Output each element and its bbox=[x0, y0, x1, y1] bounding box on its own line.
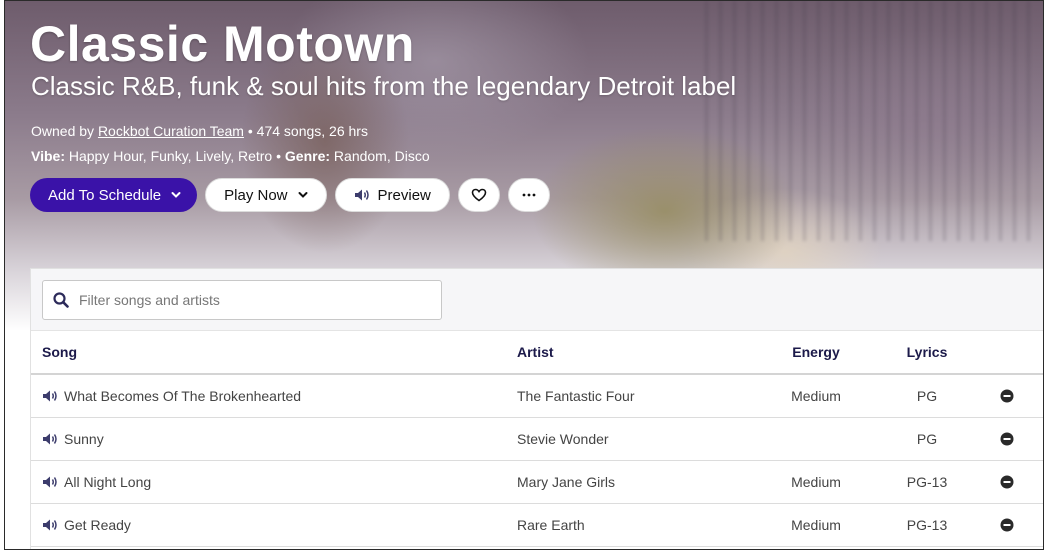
song-cell: What Becomes Of The Brokenhearted bbox=[42, 375, 301, 417]
preview-label: Preview bbox=[377, 186, 431, 204]
column-header-lyrics[interactable]: Lyrics bbox=[891, 331, 963, 373]
owned-by-label: Owned by bbox=[31, 123, 98, 139]
action-bar: Add To Schedule Play Now Preview bbox=[30, 178, 550, 212]
lyrics-cell: PG bbox=[916, 431, 938, 447]
filter-box[interactable] bbox=[42, 280, 442, 320]
ellipsis-icon bbox=[522, 193, 536, 197]
song-title: All Night Long bbox=[64, 474, 152, 490]
owner-link[interactable]: Rockbot Curation Team bbox=[98, 123, 244, 139]
energy-cell: Medium bbox=[791, 517, 841, 533]
table-row[interactable]: Sunny Stevie Wonder PG bbox=[31, 418, 1043, 461]
playlist-stats: • 474 songs, 26 hrs bbox=[243, 123, 368, 139]
chevron-down-icon bbox=[171, 190, 181, 200]
playlist-title: Classic Motown bbox=[30, 16, 415, 72]
minus-circle-icon bbox=[1000, 475, 1014, 489]
vibe-values: Happy Hour, Funky, Lively, Retro • bbox=[64, 148, 285, 164]
column-header-energy[interactable]: Energy bbox=[771, 331, 861, 373]
energy-cell: Medium bbox=[791, 388, 841, 404]
speaker-icon bbox=[354, 188, 371, 202]
preview-button[interactable]: Preview bbox=[334, 178, 450, 212]
song-title: Get Ready bbox=[64, 517, 131, 533]
energy-cell bbox=[771, 418, 861, 460]
remove-song-button[interactable] bbox=[997, 461, 1017, 503]
speaker-icon[interactable] bbox=[42, 518, 59, 532]
speaker-icon[interactable] bbox=[42, 389, 59, 403]
artist-cell: Mary Jane Girls bbox=[517, 474, 616, 490]
minus-circle-icon bbox=[1000, 389, 1014, 403]
play-now-button[interactable]: Play Now bbox=[205, 178, 327, 212]
more-options-button[interactable] bbox=[507, 178, 550, 212]
minus-circle-icon bbox=[1000, 432, 1014, 446]
table-row[interactable]: Get Ready Rare Earth Medium PG-13 bbox=[31, 504, 1043, 547]
artist-cell: Stevie Wonder bbox=[517, 431, 609, 447]
search-icon bbox=[53, 292, 69, 308]
artist-cell: Rare Earth bbox=[517, 517, 585, 533]
column-header-artist[interactable]: Artist bbox=[517, 331, 554, 373]
song-cell: All Night Long bbox=[42, 461, 151, 503]
speaker-icon[interactable] bbox=[42, 475, 59, 489]
artist-cell: The Fantastic Four bbox=[517, 388, 635, 404]
lyrics-cell: PG bbox=[916, 388, 938, 404]
song-cell: Sunny bbox=[42, 418, 104, 460]
table-row[interactable]: What Becomes Of The Brokenhearted The Fa… bbox=[31, 375, 1043, 418]
remove-song-button[interactable] bbox=[997, 375, 1017, 417]
tags-line: Vibe: Happy Hour, Funky, Lively, Retro •… bbox=[31, 144, 430, 169]
lyrics-cell: PG-13 bbox=[906, 517, 948, 533]
owner-line: Owned by Rockbot Curation Team • 474 son… bbox=[31, 119, 430, 144]
speaker-icon[interactable] bbox=[42, 432, 59, 446]
remove-song-button[interactable] bbox=[997, 504, 1017, 546]
song-title: Sunny bbox=[64, 431, 104, 447]
table-header: Song Artist Energy Lyrics bbox=[31, 331, 1043, 375]
column-header-song[interactable]: Song bbox=[42, 331, 77, 373]
favorite-button[interactable] bbox=[457, 178, 500, 212]
playlist-meta: Owned by Rockbot Curation Team • 474 son… bbox=[31, 119, 430, 169]
play-now-label: Play Now bbox=[224, 186, 288, 204]
songs-panel: Song Artist Energy Lyrics What Becomes O… bbox=[30, 268, 1043, 549]
energy-cell: Medium bbox=[791, 474, 841, 490]
filter-bar bbox=[31, 269, 1043, 331]
add-to-schedule-label: Add To Schedule bbox=[48, 186, 162, 204]
remove-song-button[interactable] bbox=[997, 418, 1017, 460]
minus-circle-icon bbox=[1000, 518, 1014, 532]
lyrics-cell: PG-13 bbox=[906, 474, 948, 490]
vibe-label: Vibe: bbox=[31, 148, 65, 164]
heart-icon bbox=[471, 188, 487, 202]
app-window: Classic Motown Classic R&B, funk & soul … bbox=[4, 0, 1044, 550]
add-to-schedule-button[interactable]: Add To Schedule bbox=[30, 178, 198, 212]
genre-values: Random, Disco bbox=[330, 148, 430, 164]
song-cell: Get Ready bbox=[42, 504, 131, 546]
table-row[interactable]: All Night Long Mary Jane Girls Medium PG… bbox=[31, 461, 1043, 504]
filter-songs-input[interactable] bbox=[79, 292, 409, 308]
chevron-down-icon bbox=[298, 190, 308, 200]
playlist-subtitle: Classic R&B, funk & soul hits from the l… bbox=[31, 71, 737, 101]
song-title: What Becomes Of The Brokenhearted bbox=[64, 388, 302, 404]
genre-label: Genre: bbox=[284, 148, 331, 164]
hero-background-texture bbox=[705, 1, 1035, 241]
